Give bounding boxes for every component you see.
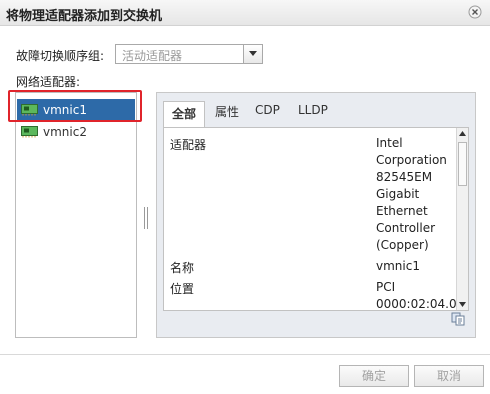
location-value: PCI 0000:02:04.0 xyxy=(376,280,457,311)
tab-cdp[interactable]: CDP xyxy=(255,103,280,117)
footer-divider xyxy=(0,354,490,355)
details-content: 适配器 Intel Corporation 82545EM Gigabit Et… xyxy=(163,127,469,311)
adapter-key: 适配器 xyxy=(170,138,207,152)
adapter-item-vmnic2[interactable]: vmnic2 xyxy=(17,121,135,143)
tab-lldp[interactable]: LLDP xyxy=(298,103,328,117)
failover-order-label: 故障切换顺序组: xyxy=(16,49,105,63)
network-adapters-label: 网络适配器: xyxy=(16,75,81,89)
dialog-title: 将物理适配器添加到交换机 xyxy=(6,9,163,24)
cancel-button[interactable]: 取消 xyxy=(414,365,484,387)
scrollbar-thumb[interactable] xyxy=(458,142,467,186)
scroll-up-icon[interactable] xyxy=(459,131,466,136)
highlight-box xyxy=(8,90,142,122)
failover-order-select[interactable]: 活动适配器 xyxy=(115,44,263,64)
details-tabs: 全部 属性 CDP LLDP xyxy=(157,93,475,127)
copy-icon[interactable] xyxy=(451,312,465,329)
failover-order-value: 活动适配器 xyxy=(122,49,183,63)
network-card-icon xyxy=(21,126,38,141)
chevron-down-icon xyxy=(249,51,257,56)
scroll-down-icon[interactable] xyxy=(459,302,466,307)
details-scrollbar[interactable] xyxy=(456,128,468,310)
adapter-list: vmnic1 vmnic2 xyxy=(15,92,137,338)
name-value: vmnic1 xyxy=(376,259,420,273)
close-icon[interactable] xyxy=(468,5,482,19)
dialog-titlebar: 将物理适配器添加到交换机 xyxy=(0,0,490,26)
location-key: 位置 xyxy=(170,282,195,296)
ok-button[interactable]: 确定 xyxy=(339,365,409,387)
adapter-item-label: vmnic2 xyxy=(43,125,87,139)
dropdown-button[interactable] xyxy=(243,45,262,63)
name-key: 名称 xyxy=(170,261,195,275)
tab-properties[interactable]: 属性 xyxy=(215,103,239,120)
panel-splitter[interactable] xyxy=(144,207,148,229)
adapter-value: Intel Corporation 82545EM Gigabit Ethern… xyxy=(376,136,447,252)
adapter-details-panel: 全部 属性 CDP LLDP 适配器 Intel Corporation 825… xyxy=(156,92,476,338)
tab-all[interactable]: 全部 xyxy=(163,101,205,127)
